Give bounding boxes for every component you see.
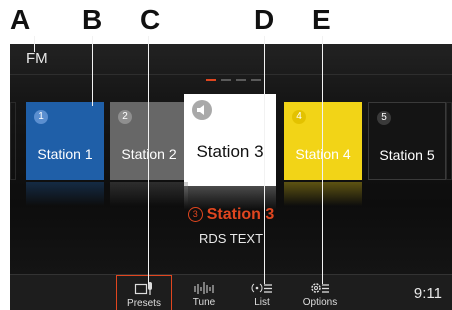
rds-text: RDS TEXT (198, 231, 264, 246)
preset-name: Station 4 (295, 146, 351, 162)
nav-label: Presets (127, 298, 161, 309)
bottom-nav-bar: Presets Tune List Options 9:11 (10, 274, 452, 310)
preset-tile-5[interactable]: 5 Station 5 (368, 102, 446, 180)
nav-label: Options (302, 297, 338, 308)
nav-list[interactable]: List (234, 275, 290, 310)
source-label[interactable]: FM (26, 50, 48, 67)
nav-options[interactable]: Options (292, 275, 348, 310)
nav-label: Tune (192, 297, 216, 308)
callout-line-a (34, 36, 35, 52)
now-playing-number: 3 (187, 207, 203, 222)
callout-e: E (312, 4, 331, 35)
callout-line-b (92, 36, 93, 106)
callout-line-e (322, 36, 323, 284)
preset-number: 5 (377, 111, 391, 125)
preset-tile-2[interactable]: 2 Station 2 (110, 102, 188, 180)
callout-d: D (254, 4, 275, 35)
nav-tune[interactable]: Tune (176, 275, 232, 310)
options-icon (292, 281, 348, 295)
preset-name: Station 2 (121, 146, 177, 162)
radio-screen: FM 1 Station 1 2 Station 2 4 Station 4 5… (10, 44, 452, 310)
tile-reflection (110, 182, 188, 206)
speaker-icon (192, 100, 212, 120)
preset-number: 4 (292, 110, 306, 124)
tile-reflection (284, 182, 362, 206)
preset-edge-left (10, 102, 16, 180)
page-dot-active (206, 79, 216, 81)
preset-edge-right (446, 102, 452, 180)
clock: 9:11 (413, 285, 442, 302)
page-dot (221, 79, 231, 81)
callout-b: B (82, 4, 103, 35)
preset-number: 1 (34, 110, 48, 124)
nav-label: List (254, 297, 270, 308)
page-dot (251, 79, 261, 81)
presets-icon (117, 282, 171, 296)
preset-tile-3-selected[interactable]: Station 3 (184, 94, 276, 186)
page-indicator (206, 79, 261, 81)
callout-a: A (10, 4, 31, 35)
preset-number: 2 (118, 110, 132, 124)
preset-name: Station 3 (196, 142, 264, 161)
now-playing-station: 3 Station 3 (10, 206, 452, 224)
preset-name: Station 5 (379, 147, 435, 163)
preset-tile-4[interactable]: 4 Station 4 (284, 102, 362, 180)
preset-tile-1[interactable]: 1 Station 1 (26, 102, 104, 180)
preset-name: Station 1 (37, 146, 93, 162)
header-divider (10, 74, 452, 75)
page-dot (236, 79, 246, 81)
nav-presets[interactable]: Presets (116, 275, 172, 310)
tune-icon (176, 281, 232, 295)
list-icon (234, 281, 290, 295)
callout-line-c (148, 36, 149, 284)
callout-line-d (264, 36, 265, 284)
tile-reflection (26, 182, 104, 206)
callout-c: C (140, 4, 161, 35)
